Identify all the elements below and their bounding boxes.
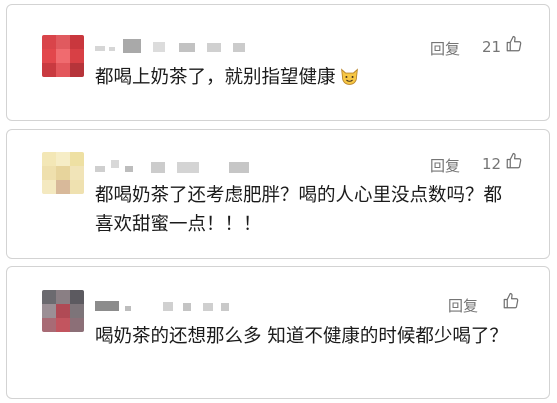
smiling-cat-emoji-icon <box>340 68 358 85</box>
username-pixelated[interactable] <box>95 299 255 313</box>
like-count: 12 <box>482 155 502 173</box>
thumbs-up-icon[interactable] <box>505 152 523 170</box>
reply-button[interactable]: 回复 <box>430 38 460 59</box>
thumbs-up-icon[interactable] <box>505 35 523 53</box>
username-pixelated[interactable] <box>95 39 255 53</box>
comment-text: 都喝奶茶了还考虑肥胖？喝的人心里没点数吗？都喜欢甜蜜一点！！！ <box>95 185 503 235</box>
like-count: 21 <box>482 38 502 56</box>
username-pixelated[interactable] <box>95 160 255 174</box>
reply-button[interactable]: 回复 <box>430 155 460 176</box>
comment-text: 喝奶茶的还想那么多 知道不健康的时候都少喝了？ <box>95 326 508 347</box>
comment-card: 回复 21 都喝上奶茶了，就别指望健康 <box>6 4 550 121</box>
reply-button[interactable]: 回复 <box>448 295 478 316</box>
comment-text: 都喝上奶茶了，就别指望健康 <box>95 63 531 92</box>
comment-card: 回复 12 都喝奶茶了还考虑肥胖？喝的人心里没点数吗？都喜欢甜蜜一点！！！ <box>6 129 550 259</box>
avatar[interactable] <box>42 35 84 77</box>
avatar[interactable] <box>42 152 84 194</box>
comment-card: 回复 喝奶茶的还想那么多 知道不健康的时候都少喝了？ <box>6 266 550 399</box>
thumbs-up-icon[interactable] <box>502 292 520 310</box>
avatar[interactable] <box>42 290 84 332</box>
